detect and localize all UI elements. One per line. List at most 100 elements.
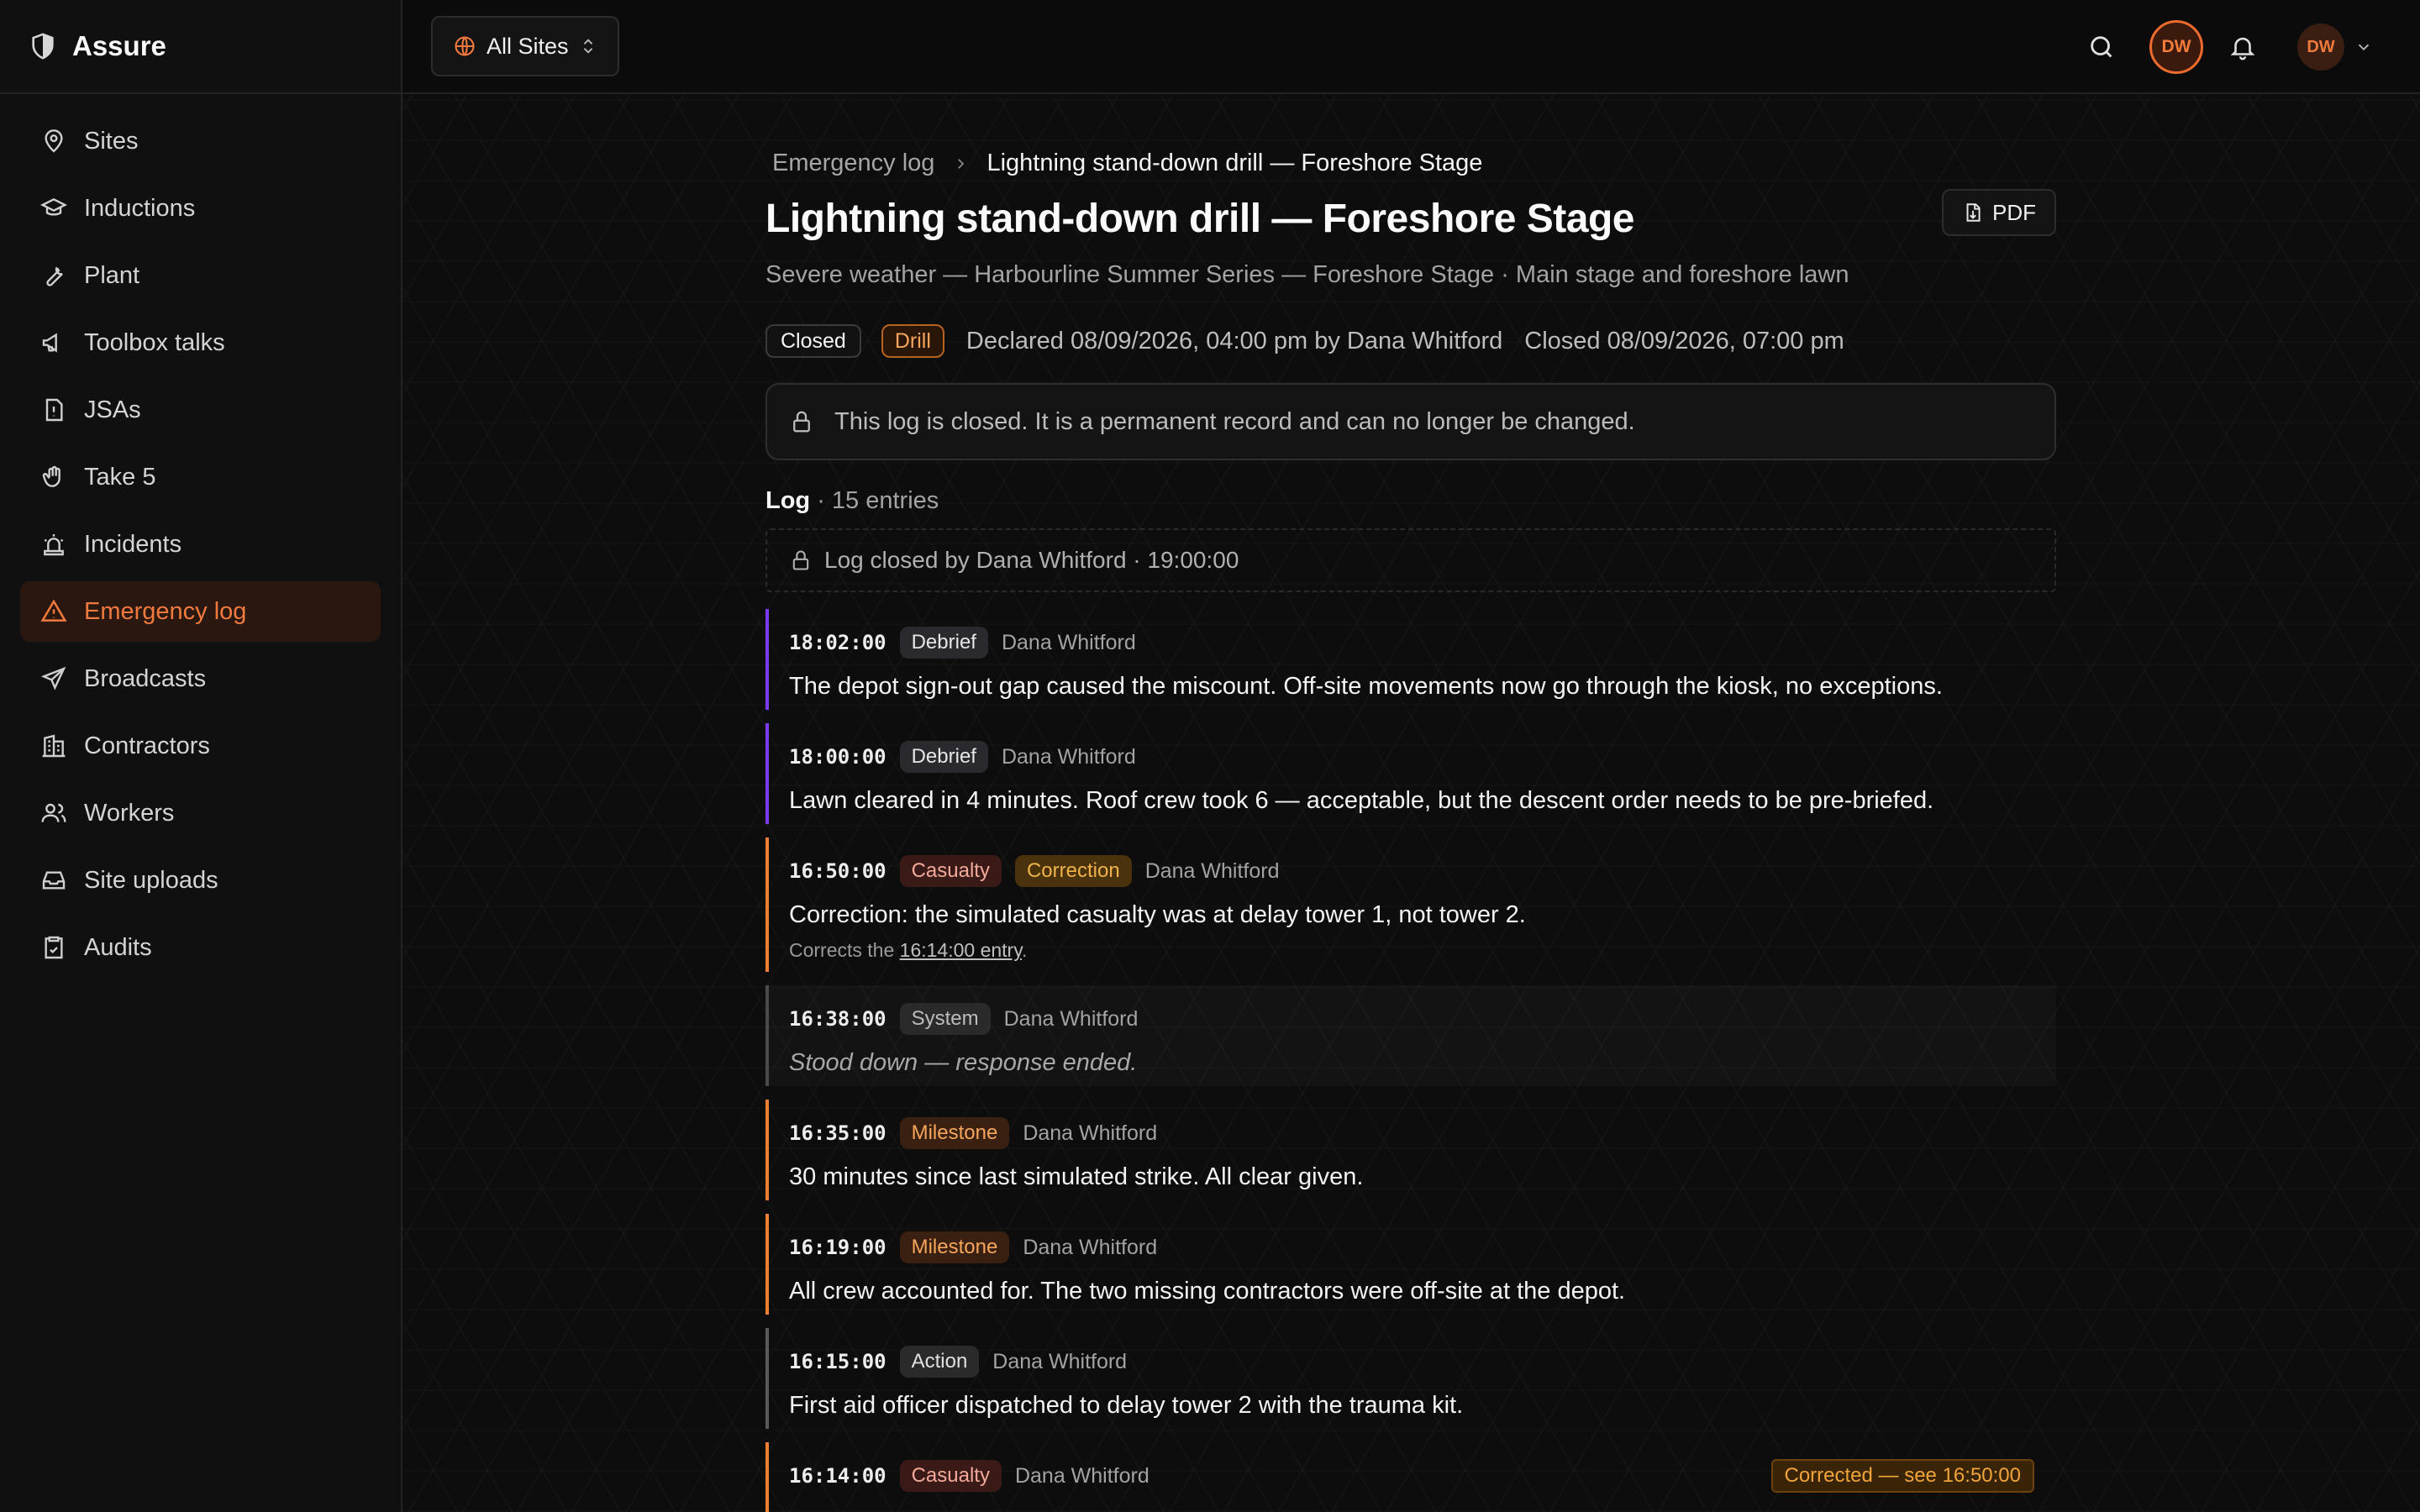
sidebar-item-label: Audits [84,933,152,961]
correction-tag: Correction [1014,855,1132,887]
site-switcher[interactable]: All Sites [431,16,619,76]
entry-tag: Debrief [899,627,988,659]
log-entries: 18:02:00 Debrief Dana Whitford The depot… [765,609,2056,1512]
graduation-cap-icon [40,197,67,216]
log-entry: 16:15:00 Action Dana Whitford First aid … [765,1328,2056,1429]
entry-tag: Casualty [899,855,1002,887]
map-pin-icon [45,129,63,153]
corrected-badge[interactable]: Corrected — see 16:50:00 [1770,1459,2034,1493]
chevron-right-icon [958,158,965,169]
sidebar-item-incidents[interactable]: Incidents [20,514,381,575]
topbar-actions: DW DW [2087,0,2373,94]
entry-tag: Milestone [899,1231,1010,1263]
user-status-avatar[interactable]: DW [2149,20,2203,74]
chevron-down-icon[interactable] [2354,38,2373,56]
sidebar-item-take-5[interactable]: Take 5 [20,447,381,507]
entry-tag: Casualty [899,1460,1002,1492]
sidebar-item-sites[interactable]: Sites [20,111,381,171]
inbox-icon [42,871,66,890]
entry-author: Dana Whitford [1001,630,1136,654]
sidebar-item-label: Inductions [84,194,196,222]
megaphone-icon [42,333,57,353]
sidebar-item-label: Broadcasts [84,664,207,692]
file-alert-icon [45,398,63,422]
shield-icon [32,33,54,60]
sidebar-item-jsas[interactable]: JSAs [20,380,381,440]
entry-time: 16:14:00 [789,1464,886,1488]
entry-author: Dana Whitford [992,1349,1128,1373]
log-entry: 16:14:00 Casualty Dana Whitford Correcte… [765,1442,2056,1512]
entry-author: Dana Whitford [1023,1235,1158,1259]
entry-author: Dana Whitford [1023,1121,1158,1145]
note-suffix: . [1022,939,1028,961]
sidebar-item-site-uploads[interactable]: Site uploads [20,850,381,911]
breadcrumb-parent-link[interactable]: Emergency log [772,150,934,177]
entry-time: 18:00:00 [789,745,886,769]
sidebar-item-contractors[interactable]: Contractors [20,716,381,776]
sidebar-item-emergency-log[interactable]: Emergency log [20,581,381,642]
log-closed-text: Log closed by Dana Whitford · 19:00:00 [824,547,1239,573]
topbar: All Sites DW DW [402,0,2420,94]
log-heading: Log · 15 entries [765,487,2056,515]
page-subtitle: Severe weather — Harbourline Summer Seri… [765,261,1849,288]
log-closed-row: Log closed by Dana Whitford · 19:00:00 [765,528,2056,592]
sidebar-item-label: Site uploads [84,866,218,894]
account-avatar[interactable]: DW [2297,24,2344,71]
corrected-entry-link[interactable]: 16:14:00 entry [900,939,1022,961]
entry-text: All crew accounted for. The two missing … [789,1278,1626,1305]
entry-time: 16:15:00 [789,1350,886,1373]
correction-note: Corrects the 16:14:00 entry. [789,939,2056,962]
log-heading-title: Log [765,487,811,514]
entry-time: 16:38:00 [789,1007,886,1031]
log-entry: 18:00:00 Debrief Dana Whitford Lawn clea… [765,723,2056,824]
building-icon [42,734,66,758]
app-name: Assure [72,30,166,61]
entry-text: Stood down — response ended. [789,1049,1138,1076]
sidebar-item-inductions[interactable]: Inductions [20,178,381,239]
entry-time: 18:02:00 [789,631,886,654]
entry-time: 16:19:00 [789,1236,886,1259]
users-icon [41,803,66,822]
sidebar-item-workers[interactable]: Workers [20,783,381,843]
log-detail: Emergency log Lightning stand-down drill… [765,94,2056,1512]
sidebar-item-label: Workers [84,799,175,827]
sidebar-item-broadcasts[interactable]: Broadcasts [20,648,381,709]
sidebar-item-label: Sites [84,127,139,155]
log-entry: 16:35:00 Milestone Dana Whitford 30 minu… [765,1100,2056,1200]
sidebar-item-label: Emergency log [84,597,247,625]
entry-text: 30 minutes since last simulated strike. … [789,1163,1364,1190]
sidebar-item-label: Take 5 [84,463,156,491]
sidebar-item-label: Toolbox talks [84,328,225,356]
sidebar-item-audits[interactable]: Audits [20,917,381,978]
entry-text: Correction: the simulated casualty was a… [789,901,1526,928]
entry-author: Dana Whitford [1144,858,1280,883]
status-row: Closed Drill Declared 08/09/2026, 04:00 … [765,324,2056,358]
entry-tag: Action [899,1346,980,1378]
sidebar-item-plant[interactable]: Plant [20,245,381,306]
file-pdf-icon [1966,203,1981,222]
bell-icon[interactable] [2228,33,2257,61]
siren-icon [44,534,64,556]
sidebar-item-toolbox-talks[interactable]: Toolbox talks [20,312,381,373]
title-row: Lightning stand-down drill — Foreshore S… [765,189,2056,249]
lock-icon [793,411,810,433]
entry-text: First aid officer dispatched to delay to… [789,1392,1464,1419]
export-pdf-button[interactable]: PDF [1942,189,2056,236]
entry-author: Dana Whitford [1003,1006,1139,1031]
sidebar-item-label: Incidents [84,530,182,558]
hand-icon [42,465,60,487]
log-entry: 16:50:00 Casualty Correction Dana Whitfo… [765,837,2056,972]
entry-time: 16:50:00 [789,859,886,883]
sidebar-item-label: Contractors [84,732,210,759]
globe-icon [455,36,475,56]
pdf-button-label: PDF [1992,199,2036,225]
entry-text: The depot sign-out gap caused the miscou… [789,673,1943,700]
chevron-updown-icon [583,39,592,54]
entry-text: Lawn cleared in 4 minutes. Roof crew too… [789,787,1934,814]
search-icon[interactable] [2087,33,2116,61]
brand[interactable]: Assure [0,0,401,94]
entry-tag: Debrief [899,741,988,773]
log-entry: 18:02:00 Debrief Dana Whitford The depot… [765,609,2056,710]
closed-meta: Closed 08/09/2026, 07:00 pm [1524,327,1844,354]
alert-triangle-icon [40,599,67,622]
